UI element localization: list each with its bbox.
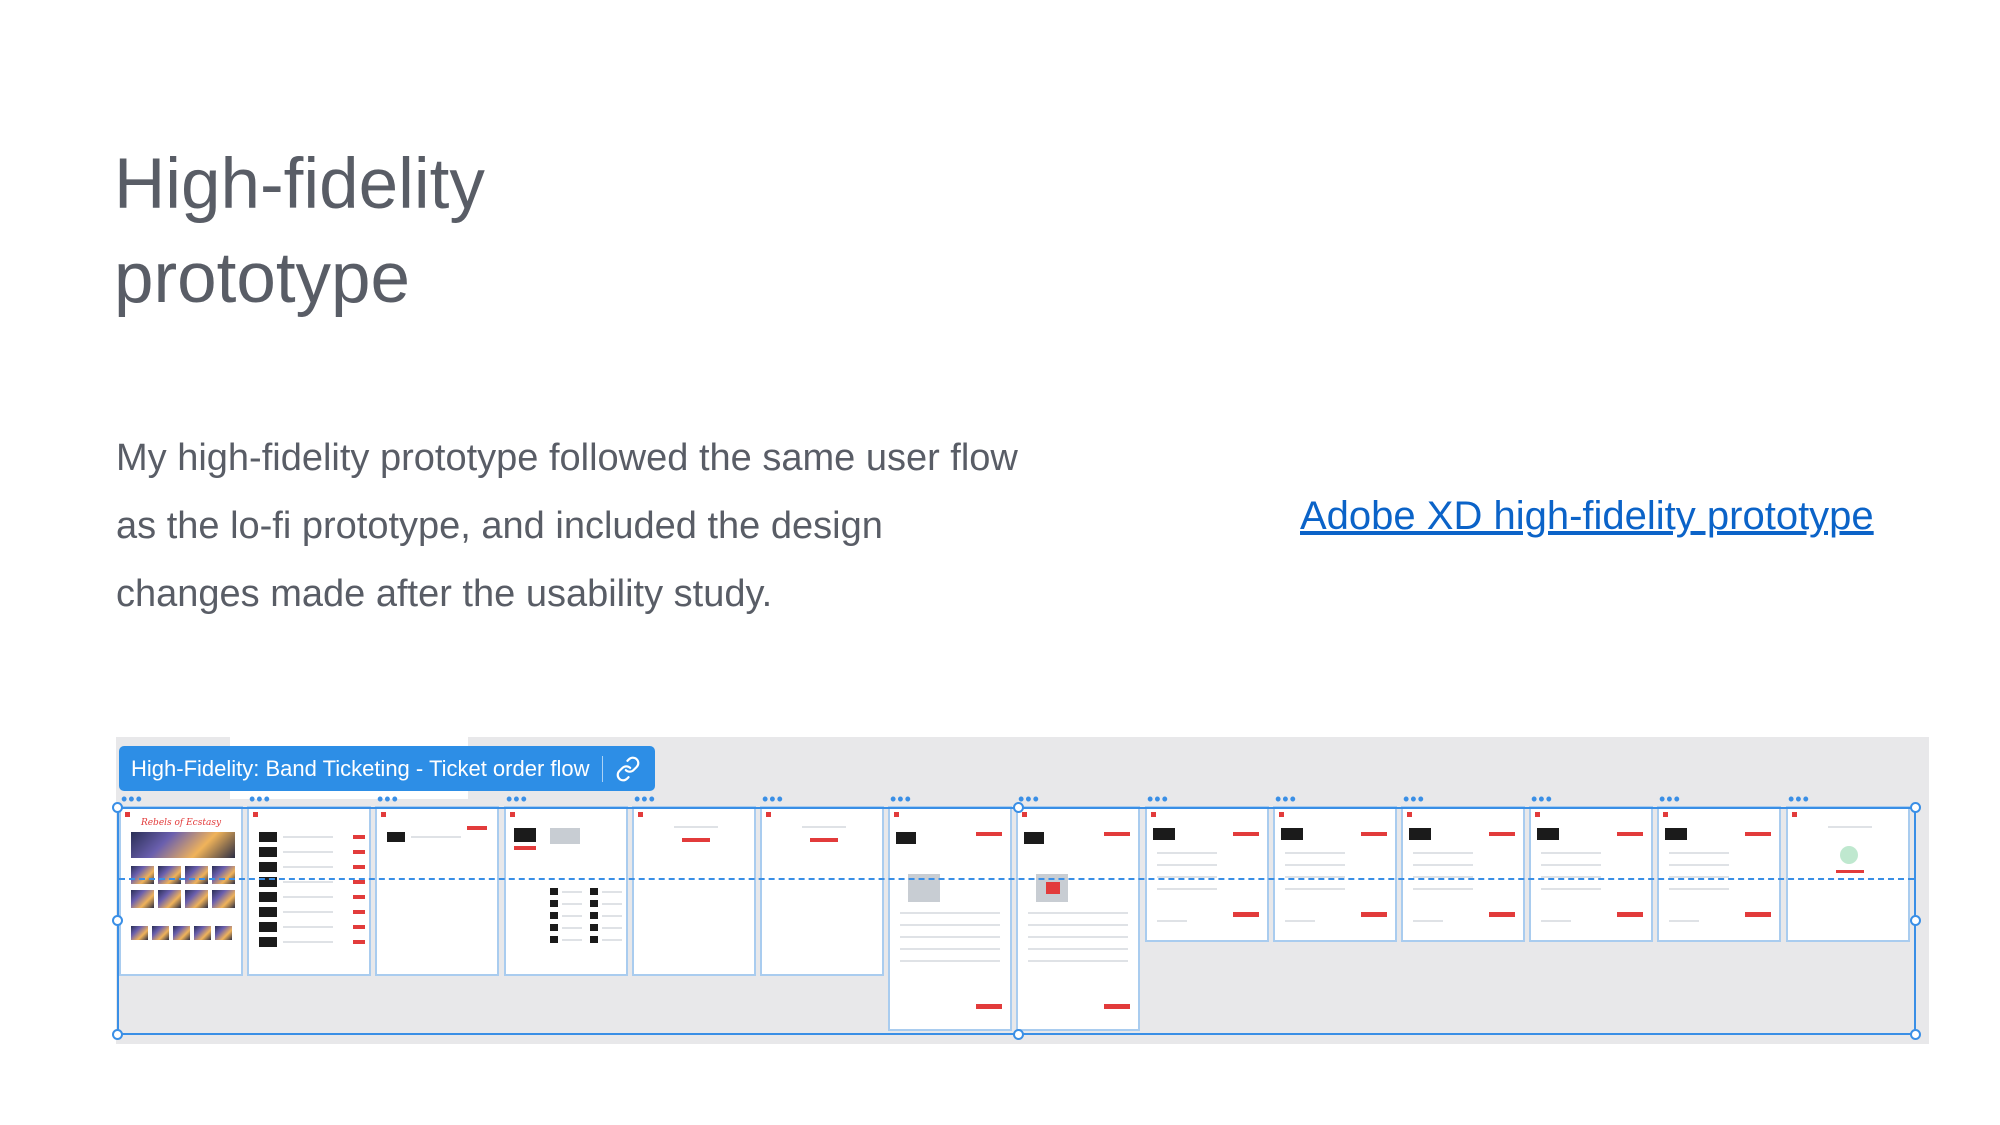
artboard-options-icon[interactable]: ••• (762, 790, 784, 808)
page-title-line-1: High-fidelity (114, 145, 485, 224)
resize-handle-top-center[interactable] (1013, 802, 1024, 813)
artboard-options-icon[interactable]: ••• (121, 790, 143, 808)
description-paragraph: My high-fidelity prototype followed the … (116, 437, 1018, 615)
link-icon[interactable] (615, 756, 641, 782)
artboard-options-icon[interactable]: ••• (1659, 790, 1681, 808)
flow-name-label: High-Fidelity: Band Ticketing - Ticket o… (131, 755, 590, 781)
artboard-options-icon[interactable]: ••• (506, 790, 528, 808)
artboard-options-icon[interactable]: ••• (890, 790, 912, 808)
artboard-options-icon[interactable]: ••• (1788, 790, 1810, 808)
artboard-options-icon[interactable]: ••• (377, 790, 399, 808)
badge-separator (601, 755, 603, 782)
resize-handle-middle-right[interactable] (1910, 915, 1921, 926)
artboard-options-icon[interactable]: ••• (249, 790, 271, 808)
artboard-options-icon[interactable]: ••• (1403, 790, 1425, 808)
resize-handle-bottom-left[interactable] (112, 1029, 123, 1040)
artboard-options-icon[interactable]: ••• (1147, 790, 1169, 808)
adobe-xd-prototype-link[interactable]: Adobe XD high-fidelity prototype (1300, 494, 1874, 539)
resize-handle-bottom-right[interactable] (1910, 1029, 1921, 1040)
artboard-options-icon[interactable]: ••• (1531, 790, 1553, 808)
resize-handle-top-left[interactable] (112, 802, 123, 813)
page-title: High-fidelity prototype (114, 138, 485, 326)
resize-handle-bottom-center[interactable] (1013, 1029, 1024, 1040)
flow-name-badge[interactable]: High-Fidelity: Band Ticketing - Ticket o… (119, 746, 655, 791)
resize-handle-middle-left[interactable] (112, 915, 123, 926)
artboard-options-icon[interactable]: ••• (1275, 790, 1297, 808)
page-title-line-2: prototype (114, 239, 411, 318)
artboard-options-icon[interactable]: ••• (634, 790, 656, 808)
resize-handle-top-right[interactable] (1910, 802, 1921, 813)
selection-box[interactable] (117, 807, 1916, 1035)
